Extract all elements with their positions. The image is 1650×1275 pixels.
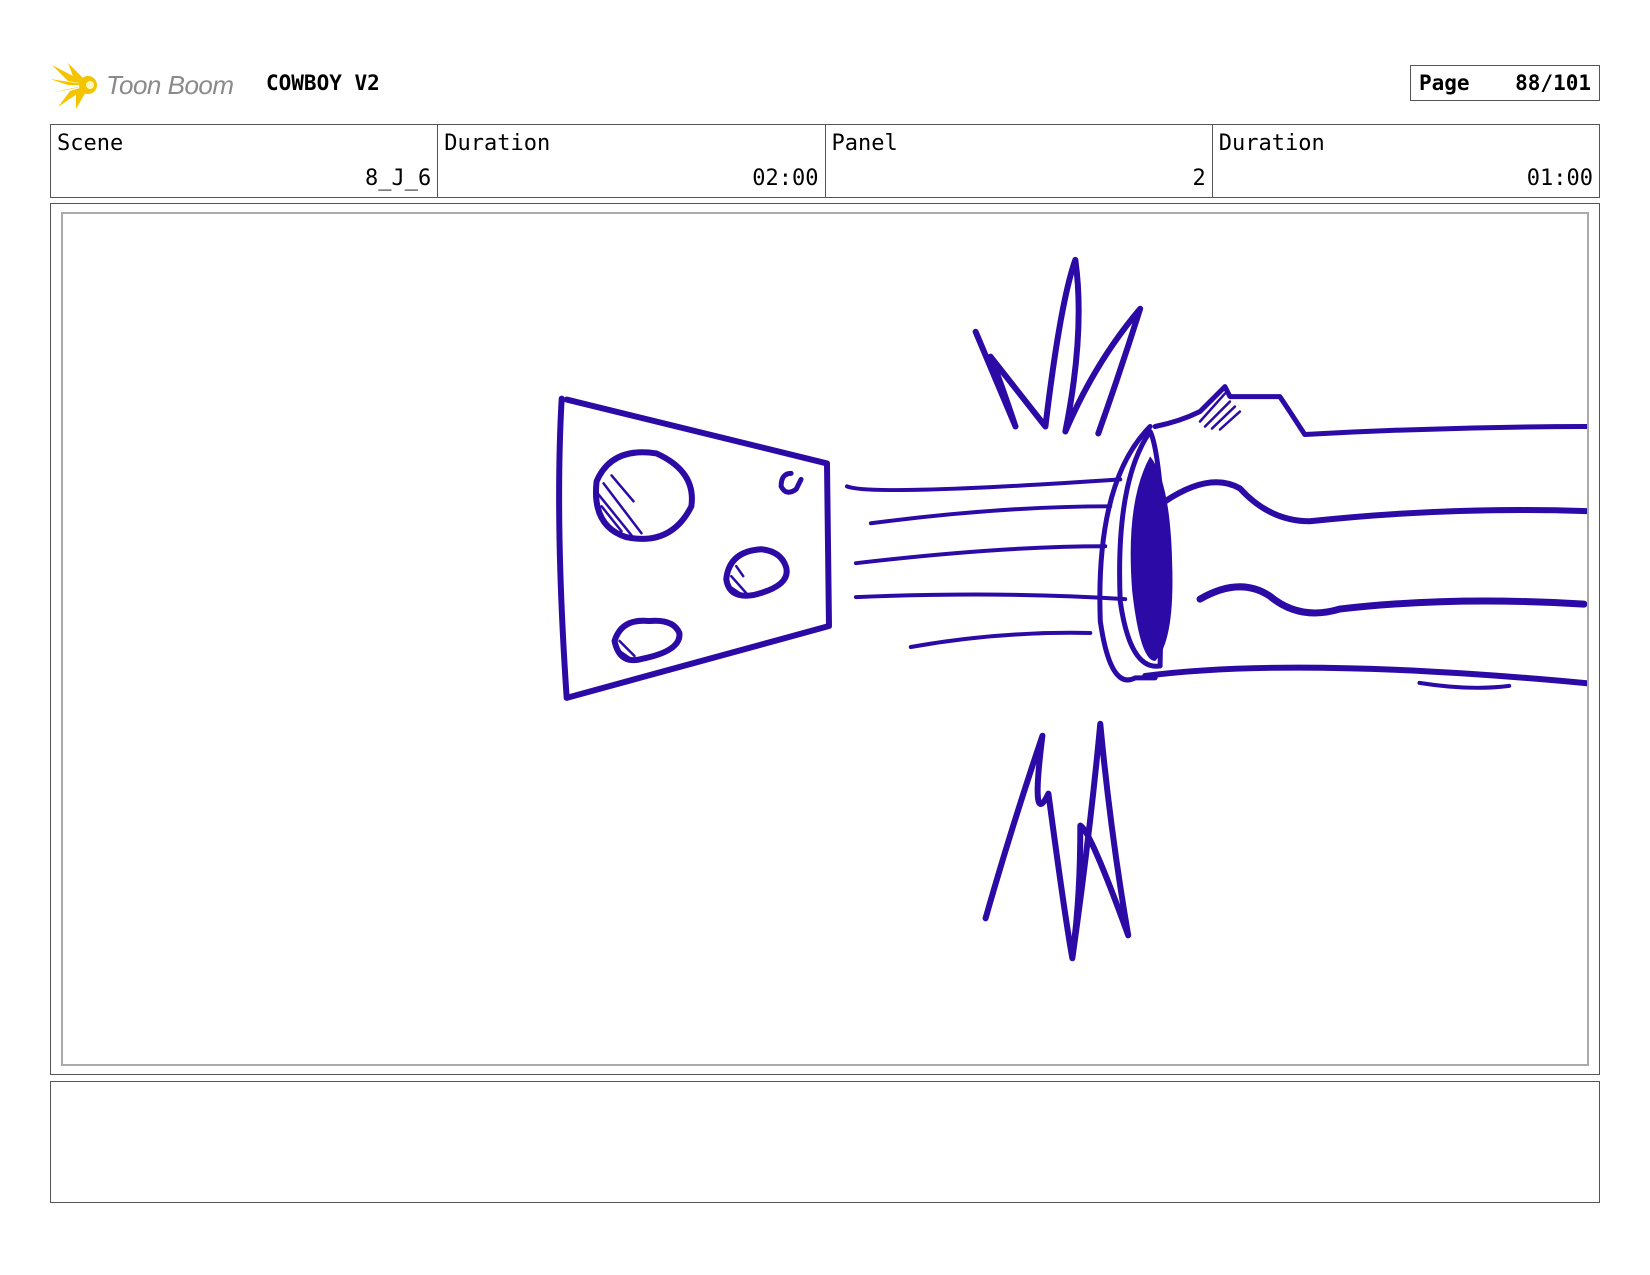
panel-value: 2 [1192,166,1206,191]
panel-duration-cell: Duration 01:00 [1213,125,1599,197]
project-title: COWBOY V2 [266,71,380,95]
scene-cell: Scene 8_J_6 [51,125,439,197]
log-knot [1417,680,1512,690]
cheese-hole-large [592,449,695,542]
logo-text: Toon Boom [106,69,234,100]
scene-value: 8_J_6 [365,166,432,191]
impact-spikes-top [972,256,1144,437]
starburst-icon [50,63,97,109]
panel-notes[interactable] [50,1081,1600,1203]
panel-cell: Panel 2 [826,125,1213,197]
page-label: Page [1419,71,1470,95]
scene-duration-value: 02:00 [752,166,819,191]
scene-duration-label: Duration [444,131,551,156]
impact-spikes-bottom [982,720,1132,962]
page-indicator: Page 88/101 [1410,65,1600,101]
panel-duration-value: 01:00 [1526,166,1593,191]
panel-duration-label: Duration [1218,131,1325,156]
toon-boom-logo: Toon Boom [50,55,250,115]
panel-sketch [556,256,1587,962]
speed-lines [844,477,1128,649]
panel-drawing-area [61,212,1589,1066]
storyboard-panel [50,203,1600,1075]
log-body-line-2 [1196,583,1587,617]
scene-duration-cell: Duration 02:00 [438,125,826,197]
panel-label: Panel [831,131,898,156]
cheese-hole-small [778,470,804,495]
log-body-line-1 [1162,479,1587,525]
log-body-bottom [1142,664,1587,687]
scene-label: Scene [57,131,124,156]
cheese-outline [556,395,832,701]
mouse-hole-fill [1130,456,1173,661]
panel-info-row: Scene 8_J_6 Duration 02:00 Panel 2 Durat… [50,124,1600,198]
page-number: 88/101 [1515,71,1591,95]
page-header: Toon Boom COWBOY V2 Page 88/101 [50,55,1600,115]
